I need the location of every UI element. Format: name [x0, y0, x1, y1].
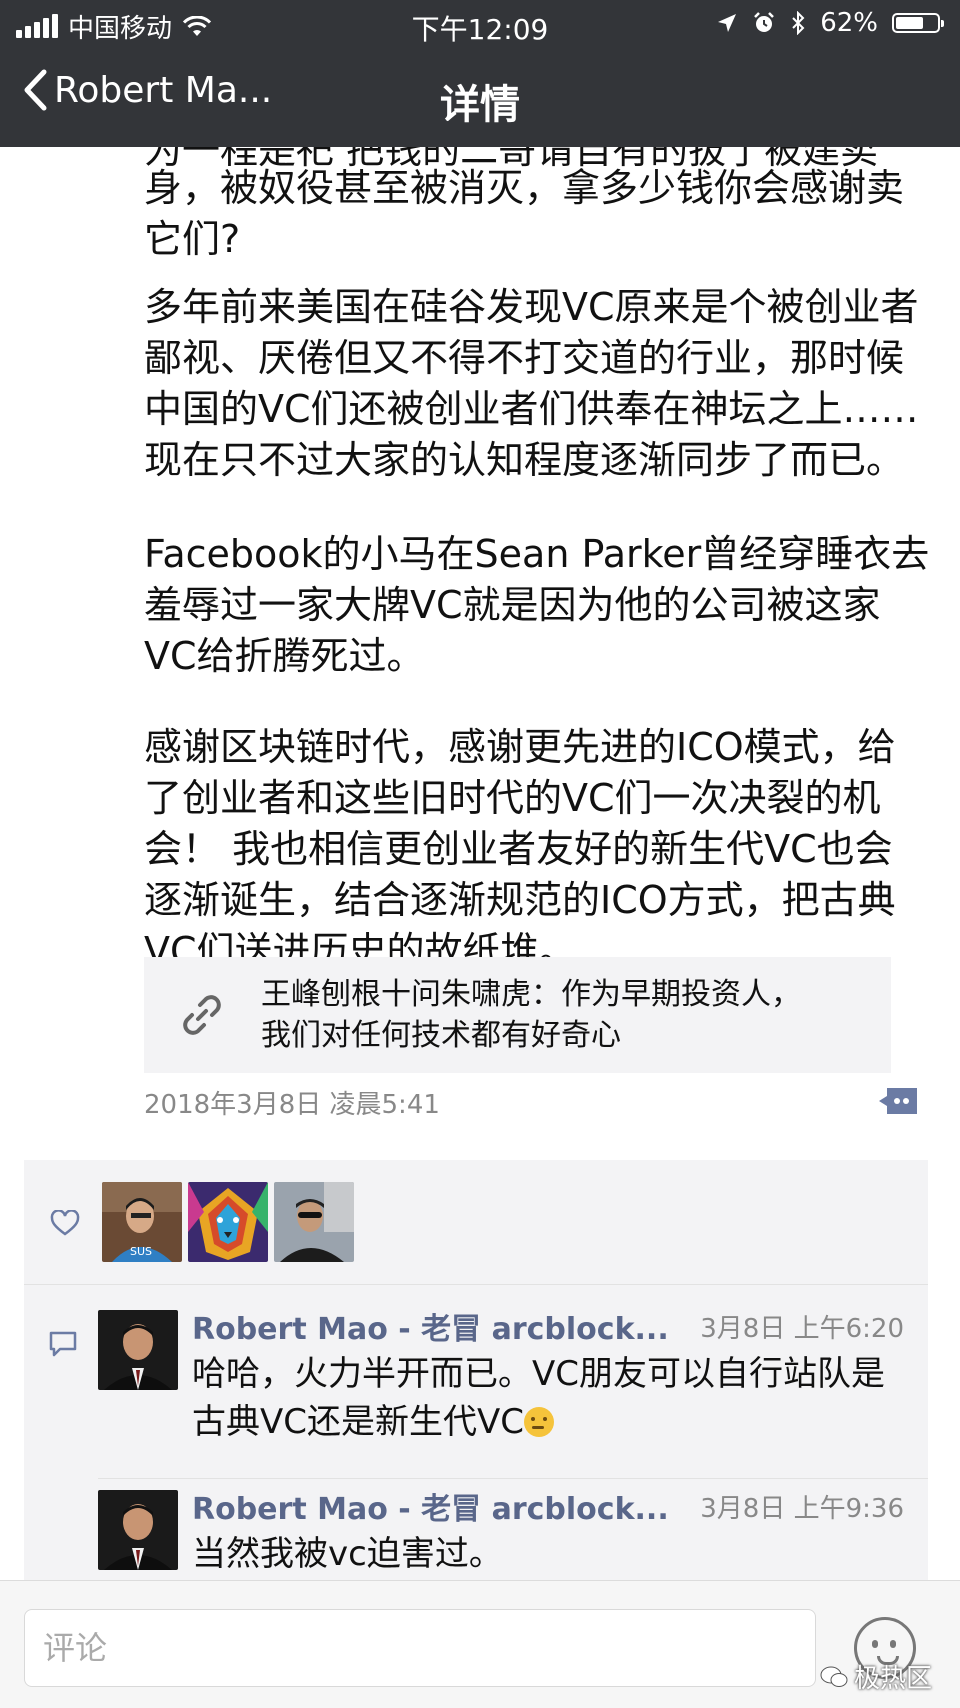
shared-link-card[interactable]: 王峰刨根十问朱啸虎：作为早期投资人， 我们对任何技术都有好奇心	[144, 957, 891, 1073]
alarm-icon	[754, 12, 775, 32]
link-title: 王峰刨根十问朱啸虎：作为早期投资人， 我们对任何技术都有好奇心	[261, 977, 801, 1053]
watermark-text: 极热区	[853, 1664, 932, 1694]
svg-text:SUS: SUS	[130, 1245, 152, 1258]
status-bar: 中国移动 下午12:09 62%	[0, 0, 960, 50]
watermark: 极热区	[820, 1658, 932, 1695]
link-icon	[183, 995, 221, 1035]
post-paragraph: 感谢区块链时代，感谢更先进的ICO模式，给 了创业者和这些旧时代的VC们一次决裂…	[144, 725, 896, 973]
thinking-emoji-icon	[524, 1407, 554, 1437]
comment-text: 哈哈，火力半开而已。VC朋友可以自行站队是古典VC还是新生代VC	[192, 1354, 885, 1442]
comment-text: 当然我被vc迫害过。	[192, 1534, 503, 1574]
commenter-avatar[interactable]	[98, 1490, 178, 1570]
comment-time: 3月8日 上午9:36	[700, 1494, 904, 1524]
page-title: 详情	[440, 82, 520, 128]
post-timestamp: 2018年3月8日 凌晨5:41	[144, 1090, 440, 1120]
comment-bubble-icon	[49, 1331, 77, 1357]
commenter-name[interactable]: Robert Mao - 老冒 arcblock...	[192, 1304, 669, 1348]
comment-bubble-icon[interactable]	[877, 1086, 919, 1116]
comment-time: 3月8日 上午6:20	[700, 1314, 904, 1344]
comment-divider	[98, 1478, 928, 1479]
top-bar: 中国移动 下午12:09 62% Robert Ma... 详情	[0, 0, 960, 147]
post-paragraph: 多年前来美国在硅谷发现VC原来是个被创业者 鄙视、厌倦但又不得不打交道的行业，那…	[144, 285, 919, 482]
commenter-name[interactable]: Robert Mao - 老冒 arcblock...	[192, 1484, 669, 1528]
location-icon	[718, 14, 737, 32]
post-paragraph: Facebook的小马在Sean Parker曾经穿睡衣去 羞辱过一家大牌VC就…	[144, 532, 930, 678]
interaction-panel: SUS Robert Mao - 老冒 arcblock... 3月8日 上午6…	[24, 1160, 928, 1580]
wechat-logo-icon	[820, 1666, 848, 1687]
nav-bar: Robert Ma... 详情	[0, 60, 960, 140]
commenter-avatar[interactable]	[98, 1310, 178, 1390]
comment-input-bar	[0, 1580, 960, 1708]
battery-percent: 62%	[820, 8, 878, 38]
like-row: SUS	[24, 1160, 928, 1285]
comment-input[interactable]	[24, 1609, 816, 1687]
heart-icon	[50, 1210, 80, 1236]
liker-avatar[interactable]	[274, 1182, 354, 1262]
liker-avatar[interactable]: SUS	[102, 1182, 182, 1262]
liker-avatar[interactable]	[188, 1182, 268, 1262]
post-paragraph: 身，被奴役甚至被消灭，拿多少钱你会感谢卖 它们?	[144, 166, 905, 261]
battery-icon	[892, 13, 944, 33]
bluetooth-icon	[792, 11, 805, 35]
